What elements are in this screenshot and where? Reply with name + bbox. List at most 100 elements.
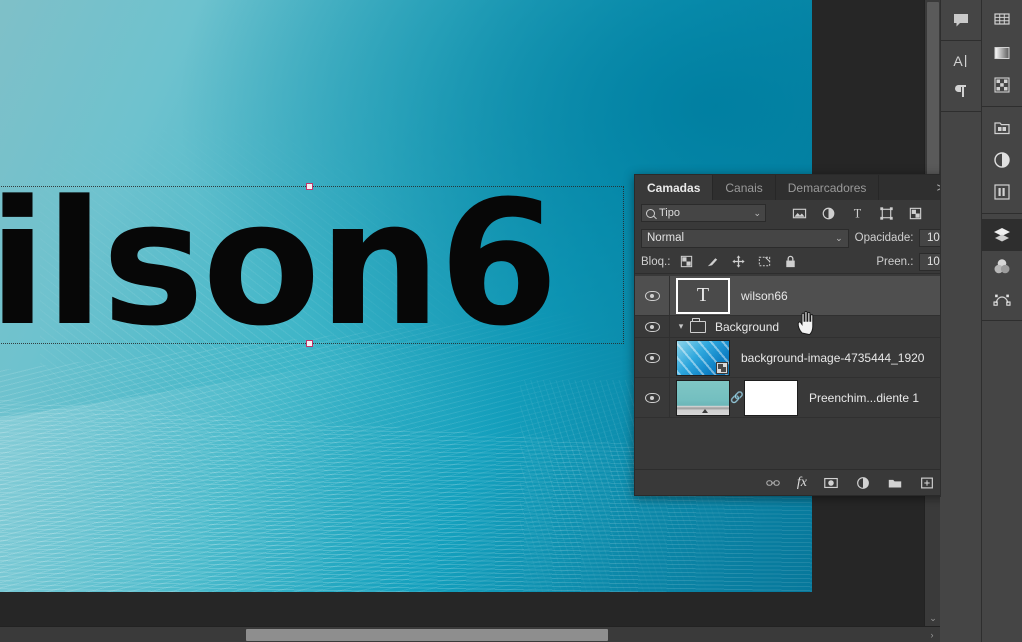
- layers-panel-footer[interactable]: fx: [635, 469, 981, 495]
- character-panel-icon[interactable]: A: [941, 46, 981, 76]
- layer-row-background-image[interactable]: background-image-4735444_1920: [635, 338, 981, 378]
- layer-filter-icon-group[interactable]: T: [792, 206, 923, 221]
- layer-filter-row[interactable]: Tipo ⌄ T: [635, 200, 981, 226]
- new-layer-icon[interactable]: [919, 475, 935, 491]
- panel-tab-bar[interactable]: Camadas Canais Demarcadores ≫: [635, 175, 981, 200]
- search-icon: [646, 208, 655, 218]
- layer-filter-value: Tipo: [659, 207, 680, 219]
- layer-name-background[interactable]: Background: [715, 320, 779, 334]
- libraries-panel-icon[interactable]: [982, 112, 1022, 144]
- scroll-down-arrow-icon[interactable]: ⌄: [925, 610, 940, 626]
- filter-adjustment-icon[interactable]: [821, 206, 836, 221]
- layer-visibility-toggle[interactable]: [635, 378, 670, 417]
- library-folder-icon: [994, 122, 1010, 135]
- dock-group-libraries[interactable]: [982, 107, 1022, 214]
- tab-canais[interactable]: Canais: [713, 175, 776, 200]
- lock-position-icon[interactable]: [731, 254, 746, 269]
- patterns-panel-icon[interactable]: [982, 69, 1022, 101]
- gradient-panel-icon[interactable]: [982, 37, 1022, 69]
- bezier-path-icon: [993, 294, 1011, 306]
- layer-row-wilson66[interactable]: T wilson66: [635, 276, 981, 316]
- filter-type-icon[interactable]: T: [850, 206, 865, 221]
- lock-transparency-icon[interactable]: [679, 254, 694, 269]
- layer-filter-type-select[interactable]: Tipo ⌄: [641, 204, 766, 222]
- layer-visibility-toggle[interactable]: [635, 315, 670, 338]
- character-A-icon: A: [953, 53, 967, 69]
- eye-icon[interactable]: [644, 290, 660, 301]
- dock-column-divider: [981, 497, 982, 642]
- dock-group-type[interactable]: A: [941, 41, 981, 112]
- new-adjustment-layer-icon[interactable]: [855, 475, 871, 491]
- layer-style-fx-icon[interactable]: fx: [797, 475, 807, 491]
- blend-mode-row[interactable]: Normal ⌄ Opacidade: 100% ⌄: [635, 226, 981, 250]
- actions-icon: [994, 184, 1010, 200]
- paths-panel-icon[interactable]: [982, 283, 1022, 315]
- layer-mask-thumbnail[interactable]: [744, 379, 798, 416]
- scroll-right-arrow-icon[interactable]: ›: [924, 627, 940, 642]
- layer-name-wilson66[interactable]: wilson66: [741, 289, 788, 303]
- document-horizontal-scrollbar[interactable]: ›: [0, 626, 940, 642]
- lock-icon-group[interactable]: [679, 254, 798, 269]
- chevron-down-icon[interactable]: ⌄: [753, 208, 761, 219]
- svg-text:A: A: [953, 53, 963, 69]
- blend-mode-value: Normal: [647, 232, 685, 244]
- add-layer-mask-icon[interactable]: [823, 475, 839, 491]
- layer-thumbnail-image[interactable]: [676, 339, 730, 376]
- chevron-down-icon[interactable]: ▾: [674, 321, 688, 332]
- canvas-light-sweep: [0, 335, 520, 592]
- pattern-icon: [994, 77, 1010, 93]
- eye-icon[interactable]: [644, 321, 660, 332]
- channels-panel-icon[interactable]: [982, 251, 1022, 283]
- dock-group-notes[interactable]: [941, 0, 981, 41]
- lock-image-icon[interactable]: [705, 254, 720, 269]
- layers-panel-icon[interactable]: [982, 219, 1022, 251]
- layer-name-background-image[interactable]: background-image-4735444_1920: [741, 351, 924, 365]
- lock-row[interactable]: Bloq.: Preen.: 100%: [635, 250, 981, 274]
- grid-swatches-icon: [994, 13, 1010, 25]
- smart-object-badge-icon: [716, 361, 728, 374]
- layer-row-background-group[interactable]: ▾ Background: [635, 315, 981, 338]
- paragraph-panel-icon[interactable]: [941, 76, 981, 106]
- filter-shape-icon[interactable]: [879, 206, 894, 221]
- layer-thumbnail-gradient-fill[interactable]: [676, 379, 730, 416]
- half-circle-adjustment-icon: [994, 152, 1010, 168]
- overlapping-circles-icon: [994, 259, 1010, 274]
- layer-list[interactable]: T wilson66 ▾ Background background-image…: [635, 276, 981, 469]
- filter-pixel-icon[interactable]: [792, 206, 807, 221]
- layer-thumbnail-type[interactable]: T: [676, 277, 730, 314]
- link-layers-icon[interactable]: [765, 475, 781, 491]
- gradient-icon: [994, 47, 1010, 59]
- tab-demarcadores[interactable]: Demarcadores: [776, 175, 880, 200]
- dock-group-layers[interactable]: [982, 214, 1022, 321]
- tab-camadas[interactable]: Camadas: [635, 175, 714, 200]
- fill-label: Preen.:: [876, 255, 914, 268]
- new-group-icon[interactable]: [887, 475, 903, 491]
- document-horizontal-scroll-thumb[interactable]: [246, 629, 608, 641]
- chevron-down-icon[interactable]: ⌄: [835, 233, 843, 244]
- eye-icon[interactable]: [644, 392, 660, 403]
- lock-label: Bloq.:: [641, 255, 671, 268]
- opacity-label: Opacidade:: [854, 232, 914, 244]
- lock-all-icon[interactable]: [783, 254, 798, 269]
- layer-visibility-toggle[interactable]: [635, 276, 670, 315]
- filter-smartobject-icon[interactable]: [908, 206, 923, 221]
- link-chain-icon[interactable]: 🔗: [730, 391, 744, 404]
- blend-mode-select[interactable]: Normal ⌄: [641, 228, 849, 248]
- eye-icon[interactable]: [644, 352, 660, 363]
- speech-bubble-icon: [954, 14, 968, 27]
- pilcrow-icon: [955, 85, 966, 97]
- canvas-text-layer-wordmark[interactable]: ilson6: [0, 180, 648, 350]
- layers-panel[interactable]: Camadas Canais Demarcadores ≫ Tipo ⌄ T: [634, 174, 982, 496]
- notes-comment-icon[interactable]: [941, 5, 981, 35]
- lock-artboard-icon[interactable]: [757, 254, 772, 269]
- svg-text:T: T: [854, 206, 862, 220]
- adjustments-panel-icon[interactable]: [982, 144, 1022, 176]
- color-swatches-grid-icon[interactable]: [982, 5, 1022, 37]
- layer-visibility-toggle[interactable]: [635, 338, 670, 377]
- layer-row-preenchimento[interactable]: 🔗 Preenchim...diente 1: [635, 378, 981, 418]
- actions-panel-icon[interactable]: [982, 176, 1022, 208]
- layer-name-preenchimento[interactable]: Preenchim...diente 1: [809, 391, 919, 405]
- gradient-slider-marker: [701, 408, 708, 413]
- dock-group-color[interactable]: [982, 0, 1022, 107]
- folder-icon: [690, 317, 706, 333]
